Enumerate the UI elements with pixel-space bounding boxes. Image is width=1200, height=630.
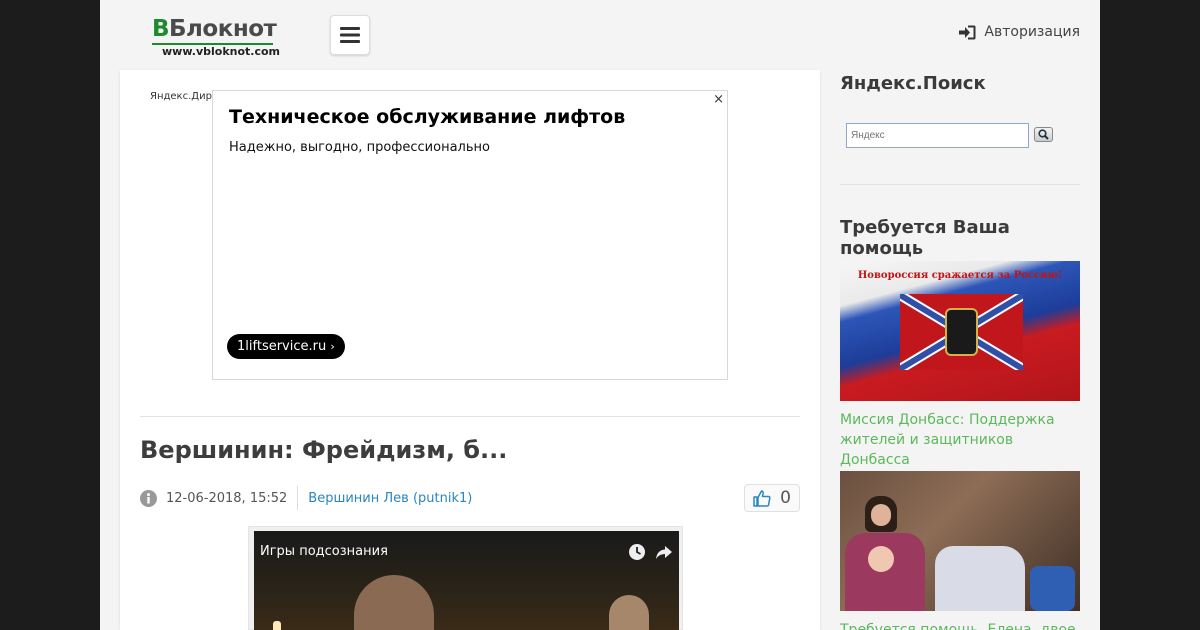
page-background: ВБлокнот www.vbloknot.com Авторизация Ян…	[0, 0, 1200, 630]
ad-domain-label: 1liftservice.ru	[237, 339, 327, 354]
photo-clothes	[935, 546, 1025, 611]
logo-word: Блокнот	[169, 16, 277, 42]
share-icon[interactable]	[655, 543, 673, 561]
like-button[interactable]: 0	[744, 484, 800, 512]
logo-wordmark: ВБлокнот	[152, 16, 280, 42]
photo-person-face	[871, 504, 891, 526]
ad-domain-button[interactable]: 1liftservice.ru ›	[227, 334, 345, 359]
yandex-search-input[interactable]	[846, 123, 1029, 148]
sidebar-item-image-2[interactable]	[840, 471, 1080, 611]
sidebar-item-image-1[interactable]: Новороссия сражается за Россию!	[840, 261, 1080, 401]
logo-accent-letter: В	[152, 16, 170, 42]
ad-close-button[interactable]: ×	[713, 92, 724, 107]
photo-child	[868, 546, 894, 572]
logo-url: www.vbloknot.com	[162, 45, 281, 58]
video-thumbnail-candle	[273, 621, 281, 630]
image-caption: Новороссия сражается за Россию!	[857, 270, 1063, 281]
video-thumbnail-person-2	[609, 595, 649, 630]
left-gutter	[0, 0, 100, 630]
search-icon	[1038, 129, 1049, 140]
site-logo[interactable]: ВБлокнот www.vbloknot.com	[152, 16, 280, 60]
flag-emblem	[945, 308, 978, 356]
video-embed[interactable]: Игры подсознания	[248, 526, 683, 630]
sidebar-divider	[840, 184, 1080, 185]
auth-label: Авторизация	[984, 24, 1080, 40]
menu-button[interactable]	[330, 15, 370, 55]
main-content: Яндекс.Директ × Техническое обслуживание…	[120, 70, 820, 630]
clock-icon[interactable]	[628, 543, 646, 561]
search-button[interactable]	[1034, 127, 1053, 142]
right-gutter	[1100, 0, 1200, 630]
ad-banner[interactable]: × Техническое обслуживание лифтов Надежн…	[212, 90, 728, 380]
article-author-link[interactable]: Вершинин Лев (putnik1)	[308, 491, 472, 506]
auth-link[interactable]: Авторизация	[959, 24, 1080, 40]
article-title[interactable]: Вершинин: Фрейдизм, б...	[140, 436, 507, 464]
sign-in-icon	[959, 25, 976, 39]
video-thumbnail-person	[354, 575, 434, 630]
article-date: 12-06-2018, 15:52	[166, 490, 288, 506]
like-count: 0	[780, 488, 791, 508]
content-divider	[140, 416, 800, 417]
search-heading: Яндекс.Поиск	[840, 73, 986, 94]
info-icon	[140, 489, 157, 507]
article-meta: 12-06-2018, 15:52 Вершинин Лев (putnik1)	[140, 486, 472, 510]
sidebar-item-link-1[interactable]: Миссия Донбасс: Поддержка жителей и защи…	[840, 410, 1080, 470]
video-frame[interactable]: Игры подсознания	[254, 531, 679, 630]
meta-separator	[297, 486, 299, 510]
ad-title[interactable]: Техническое обслуживание лифтов	[229, 106, 625, 128]
thumbs-up-icon	[753, 489, 771, 507]
sidebar-item-link-2[interactable]: Требуется помощь. Елена, двое с	[840, 620, 1080, 630]
help-heading: Требуется Ваша помощь	[840, 217, 1010, 259]
ad-text: Надежно, выгодно, профессионально	[229, 140, 490, 155]
video-title[interactable]: Игры подсознания	[260, 544, 388, 559]
photo-person-body	[845, 533, 925, 611]
page-container: ВБлокнот www.vbloknot.com Авторизация Ян…	[100, 0, 1100, 630]
photo-bag	[1030, 566, 1075, 611]
chevron-right-icon: ›	[330, 340, 335, 353]
novorossiya-flag-image	[900, 294, 1023, 370]
menu-icon	[340, 27, 360, 43]
